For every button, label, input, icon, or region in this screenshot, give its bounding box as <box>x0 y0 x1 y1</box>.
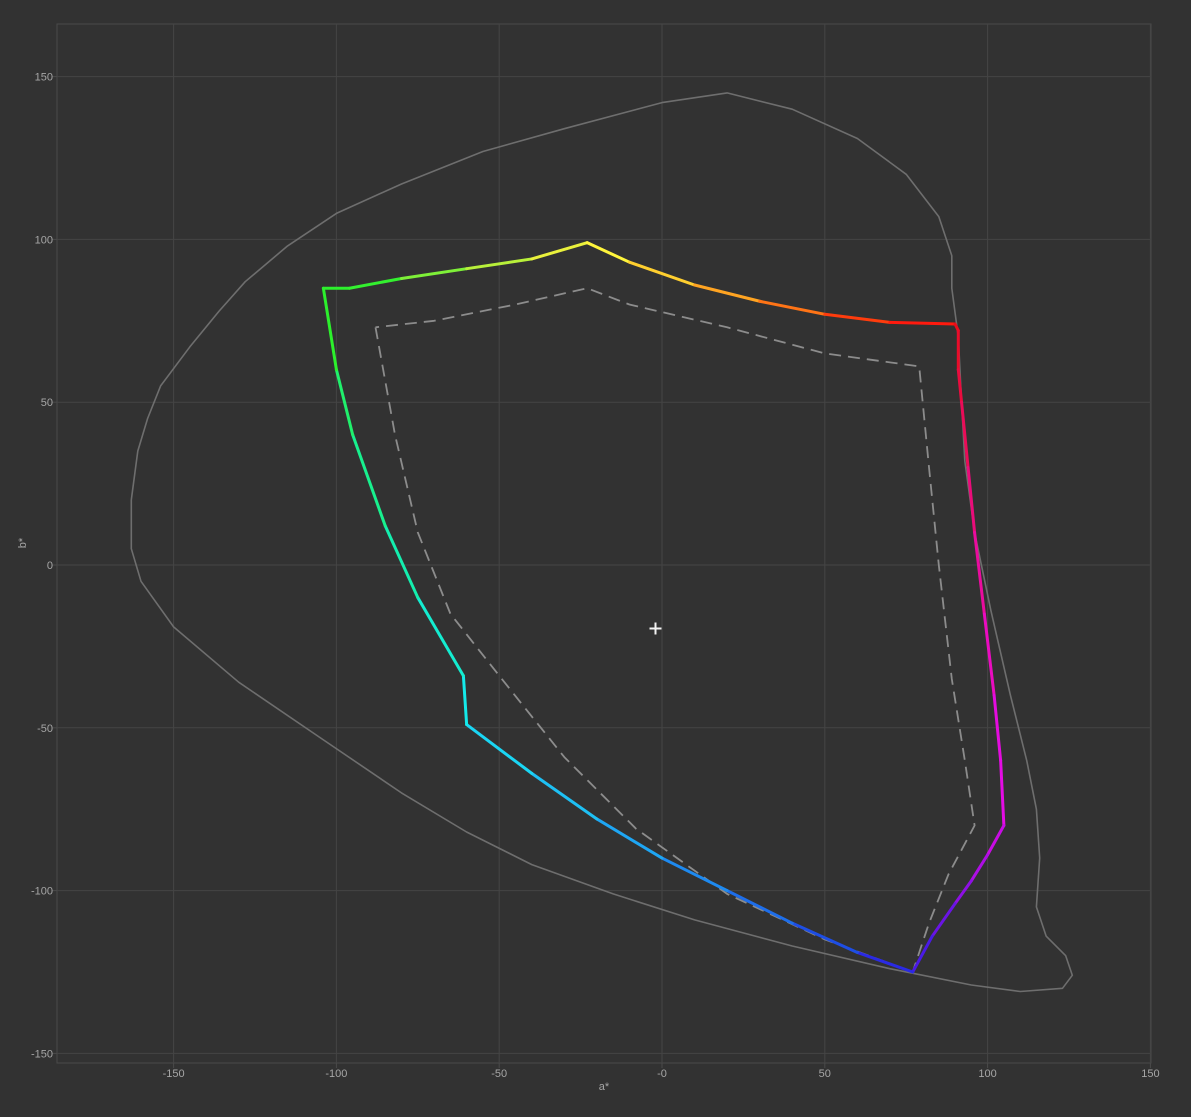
x-tick-label: -0 <box>657 1068 667 1080</box>
x-axis-label: a* <box>599 1081 610 1093</box>
x-tick-label: 50 <box>819 1068 831 1080</box>
gamut-chart: -150 -100 -50 -0 50 100 150 150 100 50 0 -50 -100 -1… <box>0 0 1191 1112</box>
y-tick-label: 50 <box>41 397 53 409</box>
y-axis-label: b* <box>17 537 29 548</box>
y-tick-label: 150 <box>35 72 53 84</box>
y-axis-ticks: 150 100 50 0 -50 -100 -150 <box>31 72 57 1060</box>
y-tick-label: -150 <box>31 1048 53 1060</box>
x-tick-label: 100 <box>978 1068 996 1080</box>
x-axis-ticks: -150 -100 -50 -0 50 100 150 <box>163 1063 1160 1080</box>
x-tick-label: 150 <box>1141 1068 1159 1080</box>
y-tick-label: 0 <box>47 560 53 572</box>
gamut-chart-svg: -150 -100 -50 -0 50 100 150 150100500-50-100-1… <box>17 23 1160 1093</box>
x-tick-label: -100 <box>325 1068 347 1080</box>
x-tick-label: -150 <box>163 1068 185 1080</box>
y-tick-label: 100 <box>35 234 53 246</box>
y-tick-label: -100 <box>31 886 53 898</box>
y-tick-label: -50 <box>37 723 53 735</box>
x-tick-label: -50 <box>491 1068 507 1080</box>
plot-background <box>56 23 1152 1064</box>
primary-gamut-segment <box>888 320 957 326</box>
